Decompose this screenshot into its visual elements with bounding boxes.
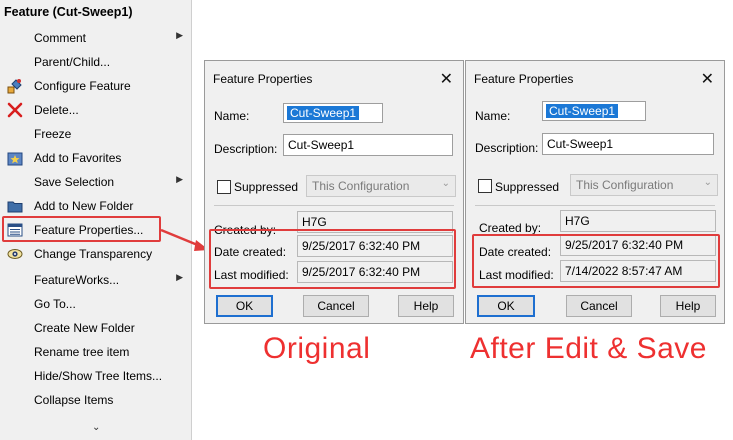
caption-after-edit: After Edit & Save	[470, 332, 707, 365]
dialog-title: Feature Properties	[213, 72, 313, 86]
help-button[interactable]: Help	[398, 295, 454, 317]
separator	[214, 205, 454, 206]
name-field[interactable]: Cut-Sweep1	[542, 101, 646, 121]
separator	[475, 205, 715, 206]
description-label: Description:	[214, 142, 278, 156]
suppressed-checkbox[interactable]	[478, 179, 492, 193]
dates-highlight-box-after-edit	[472, 234, 720, 288]
description-label: Description:	[475, 141, 539, 155]
close-icon[interactable]: ✕	[701, 69, 714, 89]
name-label: Name:	[214, 109, 250, 123]
suppressed-label: Suppressed	[234, 180, 299, 194]
configuration-value: This Configuration	[576, 178, 674, 192]
name-field[interactable]: Cut-Sweep1	[283, 103, 383, 123]
dialog-title: Feature Properties	[474, 72, 574, 86]
name-value: Cut-Sweep1	[546, 104, 619, 118]
name-label: Name:	[475, 109, 511, 123]
configuration-select: This Configuration ⌄	[570, 174, 718, 196]
ok-button[interactable]: OK	[216, 295, 273, 317]
dates-highlight-box-original	[209, 229, 456, 289]
cancel-button[interactable]: Cancel	[566, 295, 632, 317]
caption-original: Original	[263, 332, 371, 365]
configuration-value: This Configuration	[312, 179, 410, 193]
help-button[interactable]: Help	[660, 295, 716, 317]
ok-button[interactable]: OK	[477, 295, 535, 317]
suppressed-checkbox[interactable]	[217, 180, 231, 194]
chevron-down-icon: ⌄	[703, 177, 712, 188]
chevron-down-icon: ⌄	[441, 178, 450, 189]
description-field[interactable]: Cut-Sweep1	[283, 134, 453, 156]
close-icon[interactable]: ✕	[440, 69, 453, 89]
configuration-select: This Configuration ⌄	[306, 175, 456, 197]
suppressed-label: Suppressed	[495, 180, 560, 194]
description-field[interactable]: Cut-Sweep1	[542, 133, 714, 155]
cancel-button[interactable]: Cancel	[303, 295, 369, 317]
created-by-label: Created by:	[479, 221, 542, 235]
name-value: Cut-Sweep1	[287, 106, 360, 120]
created-by-field: H7G	[560, 210, 716, 232]
